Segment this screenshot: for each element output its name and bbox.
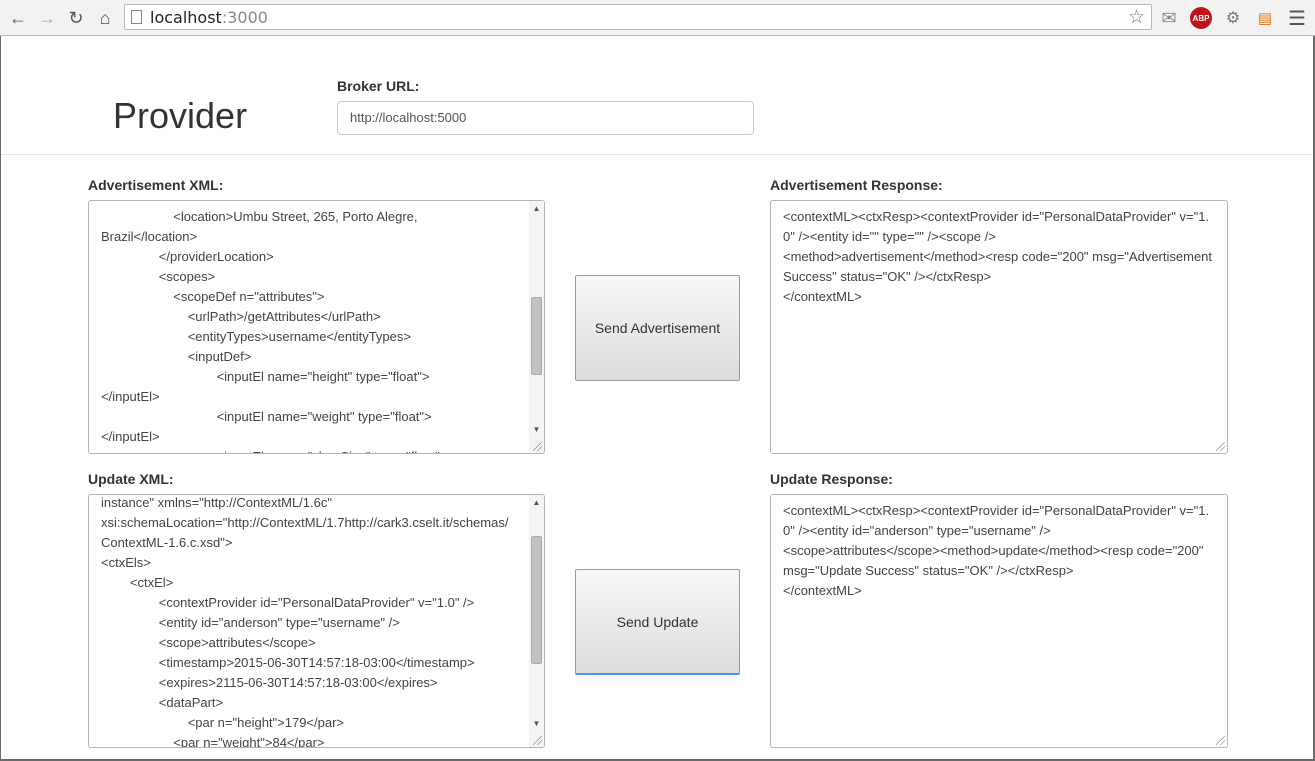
scrollbar-thumb[interactable] — [531, 297, 542, 375]
broker-url-input[interactable]: http://localhost:5000 — [337, 101, 754, 135]
resize-grip-icon[interactable] — [533, 442, 542, 451]
update-response-textarea[interactable]: <contextML><ctxResp><contextProvider id=… — [770, 494, 1228, 748]
advertisement-xml-scrollbar[interactable]: ▲ ▼ — [529, 201, 544, 453]
reload-icon[interactable]: ↻ — [64, 6, 88, 30]
address-url: localhost:3000 — [150, 8, 268, 27]
scroll-down-arrow-icon[interactable]: ▼ — [529, 423, 544, 437]
menu-icon[interactable]: ☰ — [1286, 7, 1308, 30]
forward-arrow-icon[interactable]: → — [35, 6, 59, 30]
cast-icon[interactable]: ▤ — [1254, 7, 1276, 29]
resize-grip-icon[interactable] — [1216, 442, 1225, 451]
page-icon — [131, 10, 142, 24]
update-xml-content: instance" xmlns="http://ContextML/1.6c" … — [101, 495, 509, 747]
header-divider — [1, 154, 1313, 155]
adblock-label: ABP — [1192, 13, 1210, 23]
address-bar[interactable]: localhost:3000 ☆ — [124, 4, 1152, 30]
advertisement-xml-content: <location>Umbu Street, 265, Porto Alegre… — [101, 209, 448, 453]
send-update-button[interactable]: Send Update — [575, 569, 740, 675]
scrollbar-thumb[interactable] — [531, 536, 542, 664]
adblock-icon[interactable]: ABP — [1190, 7, 1212, 29]
update-xml-textarea[interactable]: instance" xmlns="http://ContextML/1.6c" … — [88, 494, 545, 748]
scroll-up-arrow-icon[interactable]: ▲ — [529, 202, 544, 216]
advertisement-response-content: <contextML><ctxResp><contextProvider id=… — [783, 209, 1213, 304]
url-host: localhost — [150, 8, 222, 27]
extension-off-icon[interactable]: ⚙ — [1222, 7, 1244, 29]
frame-left-border — [0, 36, 1, 761]
advertisement-response-textarea[interactable]: <contextML><ctxResp><contextProvider id=… — [770, 200, 1228, 454]
bookmark-star-icon[interactable]: ☆ — [1128, 6, 1145, 29]
update-xml-label: Update XML: — [88, 471, 174, 487]
url-port: :3000 — [221, 8, 268, 27]
browser-toolbar: ← → ↻ ⌂ localhost:3000 ☆ ✉ ABP ⚙ ▤ ☰ — [0, 0, 1315, 36]
update-response-content: <contextML><ctxResp><contextProvider id=… — [783, 503, 1210, 598]
advertisement-response-label: Advertisement Response: — [770, 177, 943, 193]
update-xml-scrollbar[interactable]: ▲ ▼ — [529, 495, 544, 747]
advertisement-xml-textarea[interactable]: <location>Umbu Street, 265, Porto Alegre… — [88, 200, 545, 454]
scroll-up-arrow-icon[interactable]: ▲ — [529, 496, 544, 510]
scroll-down-arrow-icon[interactable]: ▼ — [529, 717, 544, 731]
update-response-label: Update Response: — [770, 471, 893, 487]
resize-grip-icon[interactable] — [1216, 736, 1225, 745]
back-arrow-icon[interactable]: ← — [6, 6, 30, 30]
page-title: Provider — [113, 95, 248, 136]
mail-icon[interactable]: ✉ — [1158, 7, 1180, 29]
resize-grip-icon[interactable] — [533, 736, 542, 745]
send-advertisement-button[interactable]: Send Advertisement — [575, 275, 740, 381]
broker-url-label: Broker URL: — [337, 78, 420, 94]
home-icon[interactable]: ⌂ — [93, 6, 117, 30]
advertisement-xml-label: Advertisement XML: — [88, 177, 224, 193]
